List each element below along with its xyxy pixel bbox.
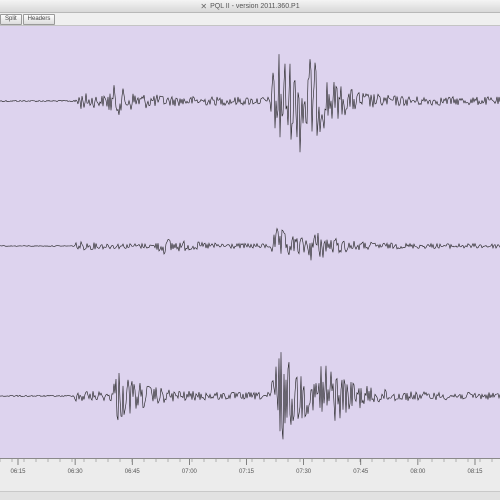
axis-tick-label: 08:00 (410, 469, 426, 475)
time-axis-canvas: 06:15 06:30 06:45 07:00 07:15 07:30 07:45 08:00… (0, 459, 493, 475)
seismogram-plot[interactable] (0, 26, 500, 459)
axis-tick-label: 07:15 (239, 469, 255, 475)
axis-tick-label: 08:15 (467, 469, 483, 475)
axis-tick-label: 07:30 (296, 469, 312, 475)
axis-tick-label: 07:00 (182, 469, 198, 475)
seismogram-canvas[interactable] (0, 26, 500, 458)
seismic-trace-1 (0, 54, 500, 153)
status-strip (0, 492, 500, 500)
title-bar: ✕ PQL II - version 2011.360.P1 (0, 0, 500, 13)
time-axis: 06:15 06:30 06:45 07:00 07:15 07:30 07:45 08:00… (0, 459, 500, 492)
axis-tick-label: 06:15 (10, 469, 26, 475)
seismic-trace-3 (0, 352, 500, 440)
headers-button[interactable]: Headers (22, 13, 56, 25)
seismic-trace-2 (0, 227, 500, 261)
axis-tick-label: 07:45 (353, 469, 369, 475)
toolbar: Split Headers (0, 13, 500, 26)
axis-tick-label: 06:45 (125, 469, 141, 475)
window-title: PQL II - version 2011.360.P1 (210, 2, 300, 10)
app-window: ✕ PQL II - version 2011.360.P1 Split Hea… (0, 0, 500, 500)
x-window-icon: ✕ (200, 1, 208, 11)
axis-tick-label: 06:30 (68, 469, 84, 475)
split-button[interactable]: Split (0, 13, 22, 25)
